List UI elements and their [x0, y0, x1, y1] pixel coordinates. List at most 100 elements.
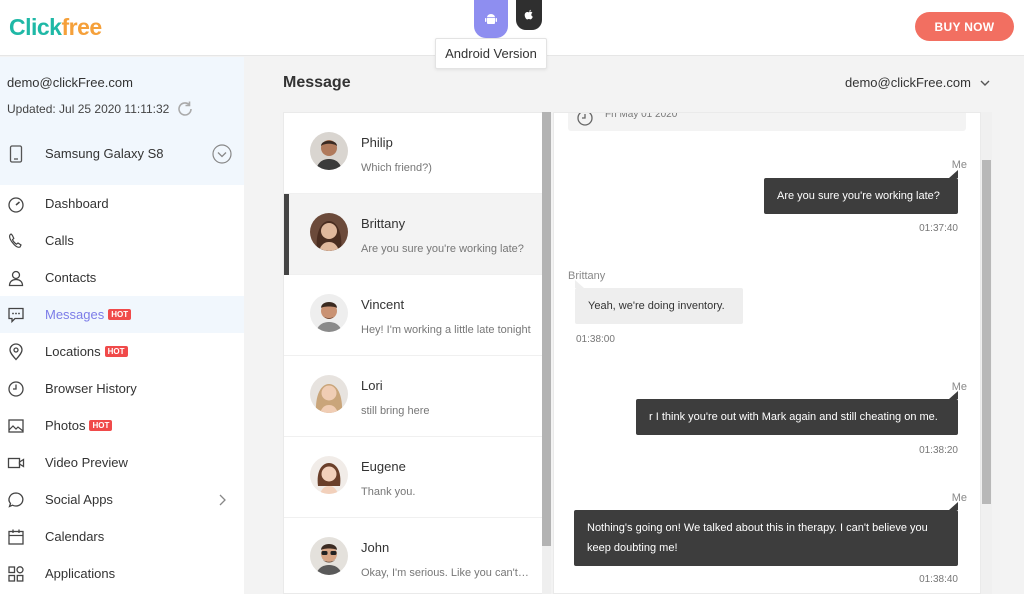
message-time: 01:37:40 — [919, 223, 958, 234]
sidebar-item-label: Calendars — [45, 529, 105, 544]
device-selector[interactable]: Samsung Galaxy S8 — [0, 137, 244, 171]
photo-icon — [8, 419, 24, 433]
sidebar-item-dashboard[interactable]: Dashboard — [0, 185, 244, 222]
messages-label: Messages — [45, 307, 105, 322]
message-preview: Are you sure you're working late? — [361, 243, 524, 255]
contact-name: John — [361, 540, 390, 555]
date-separator: Fri May 01 2020 — [568, 112, 966, 131]
contact-name: Lori — [361, 378, 383, 393]
ios-version-button[interactable] — [516, 0, 542, 30]
avatar — [310, 132, 348, 170]
sidebar-item-browser-history[interactable]: Browser History — [0, 370, 244, 407]
page-title: Message — [283, 74, 351, 91]
contact-name: Vincent — [361, 297, 405, 312]
sidebar-item-label: Applications — [45, 566, 116, 581]
clickfree-logo[interactable]: Clickfree — [9, 14, 102, 41]
message-line: keep doubting me! — [587, 542, 678, 554]
conversation-item[interactable]: John Okay, I'm serious. Like you can't b… — [284, 518, 542, 593]
account-email: demo@clickFree.com — [7, 75, 133, 90]
clock-icon — [577, 113, 593, 126]
sidebar-item-label: Video Preview — [45, 455, 128, 470]
sidebar: demo@clickFree.com Updated: Jul 25 2020 … — [0, 57, 244, 594]
message-bubble-received: Yeah, we're doing inventory. — [575, 280, 743, 324]
sidebar-item-contacts[interactable]: Contacts — [0, 259, 244, 296]
avatar — [310, 456, 348, 494]
message-time: 01:38:40 — [919, 574, 958, 585]
message-line: Nothing's going on! We talked about this… — [587, 522, 928, 534]
message-bubble-sent: Are you sure you're working late? — [764, 170, 958, 214]
dashboard-icon — [8, 197, 24, 213]
account-panel: demo@clickFree.com Updated: Jul 25 2020 … — [0, 57, 244, 185]
chevron-right-icon — [219, 494, 226, 506]
avatar — [310, 294, 348, 332]
sender-label: Brittany — [568, 270, 606, 282]
conversation-list: Philip Which friend?) Brittany Are you s… — [283, 112, 542, 594]
avatar — [310, 375, 348, 413]
hot-badge: HOT — [104, 346, 128, 357]
account-dropdown-label: demo@clickFree.com — [845, 75, 971, 90]
message-preview: Hey! I'm working a little late tonight — [361, 324, 531, 336]
conversation-item[interactable]: Lori still bring here — [284, 356, 542, 437]
android-icon — [485, 14, 497, 24]
sidebar-item-calendars[interactable]: Calendars — [0, 518, 244, 555]
sidebar-item-photos[interactable]: Photos HOT — [0, 407, 244, 444]
message-icon — [8, 307, 24, 324]
logo-part-free: free — [61, 14, 102, 40]
sidebar-item-applications[interactable]: Applications — [0, 555, 244, 592]
contact-name: Brittany — [361, 216, 406, 231]
contact-name: Eugene — [361, 459, 406, 474]
message-preview: Which friend?) — [361, 162, 432, 174]
message-preview: Thank you. — [361, 486, 416, 498]
location-icon — [9, 343, 23, 361]
avatar — [310, 537, 348, 575]
conversation-scrollbar[interactable] — [542, 112, 551, 594]
refresh-icon[interactable] — [175, 99, 195, 119]
sidebar-item-label: Social Apps — [45, 492, 113, 507]
apps-icon — [8, 566, 24, 582]
calendar-icon — [8, 529, 24, 545]
video-icon — [7, 457, 25, 469]
avatar — [310, 213, 348, 251]
sidebar-item-label: Browser History — [45, 381, 137, 396]
chat-scrollbar[interactable] — [981, 112, 992, 594]
sidebar-item-video-preview[interactable]: Video Preview — [0, 444, 244, 481]
conversation-item[interactable]: Vincent Hey! I'm working a little late t… — [284, 275, 542, 356]
sidebar-item-label: Locations HOT — [45, 344, 128, 359]
sidebar-item-messages[interactable]: Messages HOT — [0, 296, 244, 333]
scrollbar-thumb[interactable] — [542, 112, 551, 546]
apple-icon — [524, 9, 533, 20]
buy-now-button[interactable]: BUY NOW — [915, 12, 1014, 41]
sidebar-item-calls[interactable]: Calls — [0, 222, 244, 259]
conversation-item[interactable]: Philip Which friend?) — [284, 113, 542, 194]
logo-part-click: Click — [9, 14, 62, 40]
hot-badge: HOT — [89, 420, 113, 431]
sidebar-nav: Dashboard Calls Contacts Messages HOT Loc… — [0, 185, 244, 592]
contact-name: Philip — [361, 135, 393, 150]
last-updated: Updated: Jul 25 2020 11:11:32 — [7, 99, 195, 119]
message-bubble-sent: Nothing's going on! We talked about this… — [574, 502, 958, 566]
chat-bubble-icon — [8, 492, 24, 508]
message-time: 01:38:20 — [919, 445, 958, 456]
sidebar-item-label: Dashboard — [45, 196, 109, 211]
sidebar-item-locations[interactable]: Locations HOT — [0, 333, 244, 370]
conversation-item[interactable]: Eugene Thank you. — [284, 437, 542, 518]
message-preview: Okay, I'm serious. Like you can't believ… — [361, 567, 531, 579]
sidebar-item-label: Photos HOT — [45, 418, 113, 433]
scrollbar-thumb[interactable] — [982, 160, 991, 504]
chevron-down-circle-icon[interactable] — [211, 143, 233, 165]
contact-icon — [8, 270, 24, 287]
device-name: Samsung Galaxy S8 — [45, 146, 164, 161]
message-time: 01:38:00 — [576, 334, 615, 345]
os-tooltip: Android Version — [435, 38, 547, 69]
date-text: Fri May 01 2020 — [605, 112, 678, 120]
hot-badge: HOT — [108, 309, 132, 320]
sidebar-item-social-apps[interactable]: Social Apps — [0, 481, 244, 518]
account-dropdown[interactable]: demo@clickFree.com — [845, 75, 991, 90]
message-preview: still bring here — [361, 405, 430, 417]
android-version-button[interactable] — [474, 0, 508, 38]
phone-icon — [9, 233, 22, 248]
chat-panel: Fri May 01 2020 Me Are you sure you're w… — [553, 112, 981, 594]
chevron-down-icon — [980, 80, 990, 86]
phone-device-icon — [9, 145, 23, 163]
conversation-item[interactable]: Brittany Are you sure you're working lat… — [284, 194, 542, 275]
